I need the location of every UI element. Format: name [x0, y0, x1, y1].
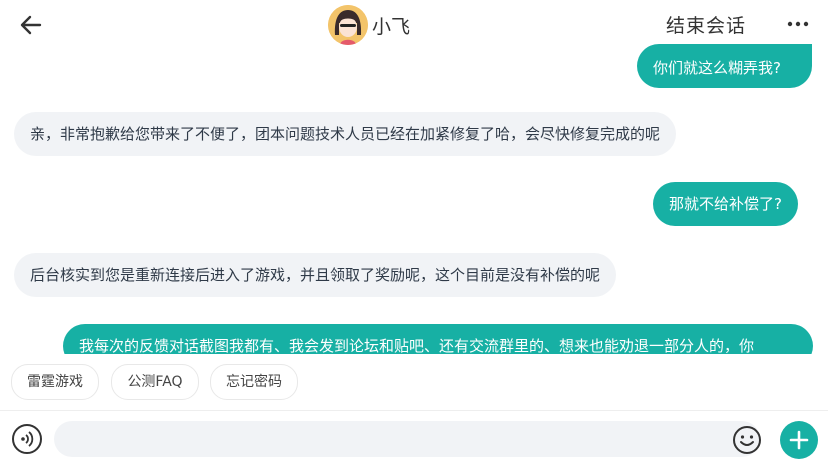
quick-replies: 雷霆游戏 公测FAQ 忘记密码	[0, 364, 828, 402]
chat-header: 小飞 结束会话	[0, 0, 828, 50]
message-list: 你们就这么糊弄我? 亲，非常抱歉给您带来了不便了，团本问题技术人员已经在加紧修复…	[0, 44, 828, 354]
agent-info: 小飞	[328, 4, 410, 46]
input-bar	[0, 410, 828, 467]
add-attachment-button[interactable]	[780, 421, 818, 459]
voice-toggle-icon[interactable]	[12, 424, 42, 454]
emoji-icon[interactable]	[732, 425, 762, 455]
more-dots-icon[interactable]	[786, 10, 810, 38]
avatar-illustration	[328, 5, 368, 45]
back-arrow-icon[interactable]	[18, 12, 44, 38]
message-input[interactable]	[54, 421, 760, 457]
agent-name: 小飞	[372, 15, 411, 38]
agent-message: 后台核实到您是重新连接后进入了游戏，并且领取了奖励呢，这个目前是没有补偿的呢	[14, 253, 617, 297]
agent-avatar	[328, 5, 368, 45]
plus-icon	[789, 430, 809, 450]
quick-reply-chip[interactable]: 公测FAQ	[111, 364, 199, 400]
user-message: 你们就这么糊弄我?	[637, 44, 812, 88]
quick-reply-chip[interactable]: 忘记密码	[210, 364, 298, 400]
quick-reply-chip[interactable]: 雷霆游戏	[11, 364, 99, 400]
user-message: 那就不给补偿了?	[653, 182, 798, 226]
user-message: 我每次的反馈对话截图我都有、我会发到论坛和贴吧、还有交流群里的、想来也能劝退一部…	[63, 324, 813, 354]
end-chat-button[interactable]: 结束会话	[666, 11, 746, 38]
agent-message: 亲，非常抱歉给您带来了不便了，团本问题技术人员已经在加紧修复了哈，会尽快修复完成…	[14, 112, 677, 156]
